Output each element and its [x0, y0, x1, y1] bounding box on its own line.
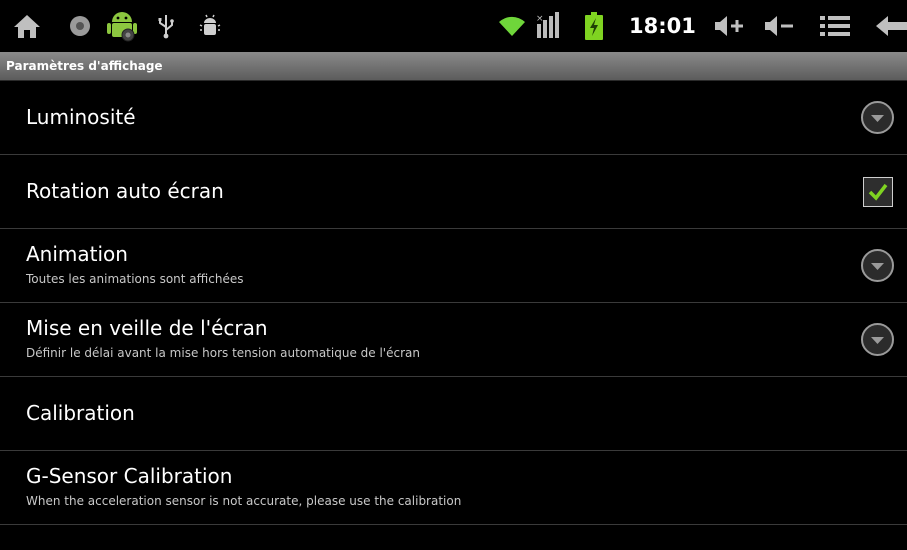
checkmark-icon — [862, 176, 893, 207]
camera-icon — [66, 0, 94, 52]
settings-list: Luminosité Rotation auto écran Animation… — [0, 81, 907, 525]
setting-summary: Toutes les animations sont affichées — [26, 272, 244, 286]
setting-title: G-Sensor Calibration — [26, 464, 233, 488]
usb-icon — [155, 0, 177, 52]
signal-icon: × — [533, 0, 563, 52]
svg-text:×: × — [536, 14, 544, 24]
volume-up-icon[interactable] — [712, 0, 746, 52]
clock: 18:01 — [629, 14, 696, 38]
setting-animation[interactable]: Animation Toutes les animations sont aff… — [0, 229, 907, 303]
back-icon[interactable] — [876, 0, 907, 52]
title-bar: Paramètres d'affichage — [0, 52, 907, 81]
status-bar: × 18:01 — [0, 0, 907, 52]
battery-charging-icon — [583, 0, 605, 52]
android-icon — [104, 0, 140, 52]
setting-title: Rotation auto écran — [26, 179, 224, 203]
setting-title: Mise en veille de l'écran — [26, 316, 268, 340]
setting-title: Animation — [26, 242, 128, 266]
setting-mise-en-veille[interactable]: Mise en veille de l'écran Définir le dél… — [0, 303, 907, 377]
menu-icon[interactable] — [819, 0, 851, 52]
dropdown-arrow-icon[interactable] — [860, 248, 895, 283]
debug-icon — [198, 0, 222, 52]
volume-down-icon[interactable] — [762, 0, 796, 52]
setting-title: Luminosité — [26, 105, 136, 129]
setting-title: Calibration — [26, 401, 135, 425]
page-title: Paramètres d'affichage — [6, 59, 163, 73]
setting-calibration[interactable]: Calibration — [0, 377, 907, 451]
setting-luminosite[interactable]: Luminosité — [0, 81, 907, 155]
home-icon[interactable] — [10, 0, 44, 52]
dropdown-arrow-icon[interactable] — [860, 100, 895, 135]
setting-g-sensor-calibration[interactable]: G-Sensor Calibration When the accelerati… — [0, 451, 907, 525]
setting-summary: When the acceleration sensor is not accu… — [26, 494, 462, 508]
dropdown-arrow-icon[interactable] — [860, 322, 895, 357]
checkbox[interactable] — [860, 174, 895, 209]
setting-summary: Définir le délai avant la mise hors tens… — [26, 346, 420, 360]
setting-rotation-auto[interactable]: Rotation auto écran — [0, 155, 907, 229]
wifi-icon — [497, 0, 527, 52]
